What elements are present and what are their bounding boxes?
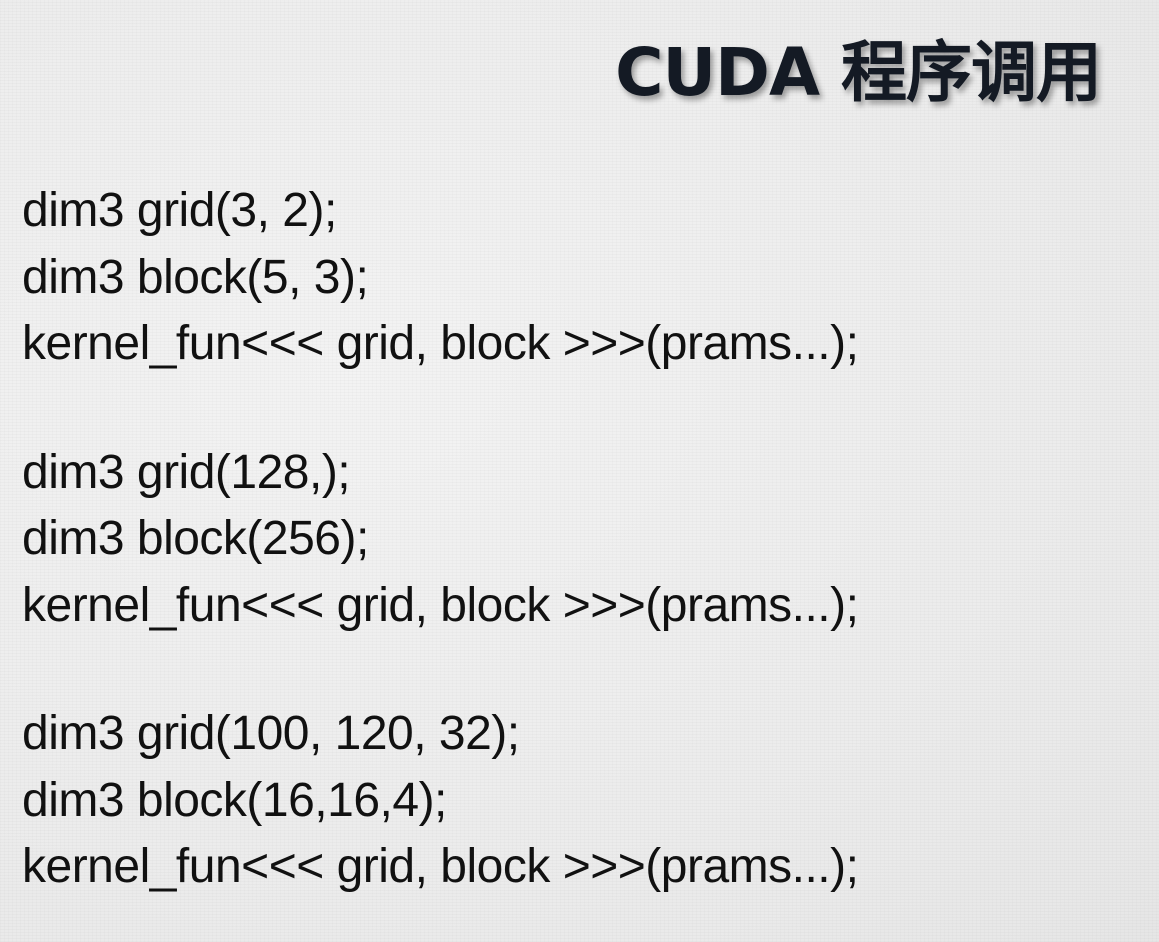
code-line-block: dim3 block(256); (22, 512, 369, 565)
code-line-block: dim3 block(16,16,4); (22, 773, 447, 827)
code-group-2: dim3 grid(128,); dim3 block(256); kernel… (22, 440, 1132, 640)
code-line-kernel-call: kernel_fun<<< grid, block >>>(prams...); (22, 840, 859, 893)
code-area: dim3 grid(3, 2); dim3 block(5, 3); kerne… (22, 178, 1132, 901)
code-line-block: dim3 block(5, 3); (22, 250, 369, 304)
code-group-1: dim3 grid(3, 2); dim3 block(5, 3); kerne… (22, 178, 1132, 378)
code-line-kernel-call: kernel_fun<<< grid, block >>>(prams...); (22, 578, 859, 632)
code-line-grid: dim3 grid(3, 2); (22, 184, 337, 237)
code-line-grid: dim3 grid(128,); (22, 445, 351, 499)
code-group-3: dim3 grid(100, 120, 32); dim3 block(16,1… (22, 701, 1132, 901)
code-line-kernel-call: kernel_fun<<< grid, block >>>(prams...); (22, 317, 859, 370)
slide-title: CUDA 程序调用 (615, 34, 1102, 111)
code-line-grid: dim3 grid(100, 120, 32); (22, 707, 520, 760)
